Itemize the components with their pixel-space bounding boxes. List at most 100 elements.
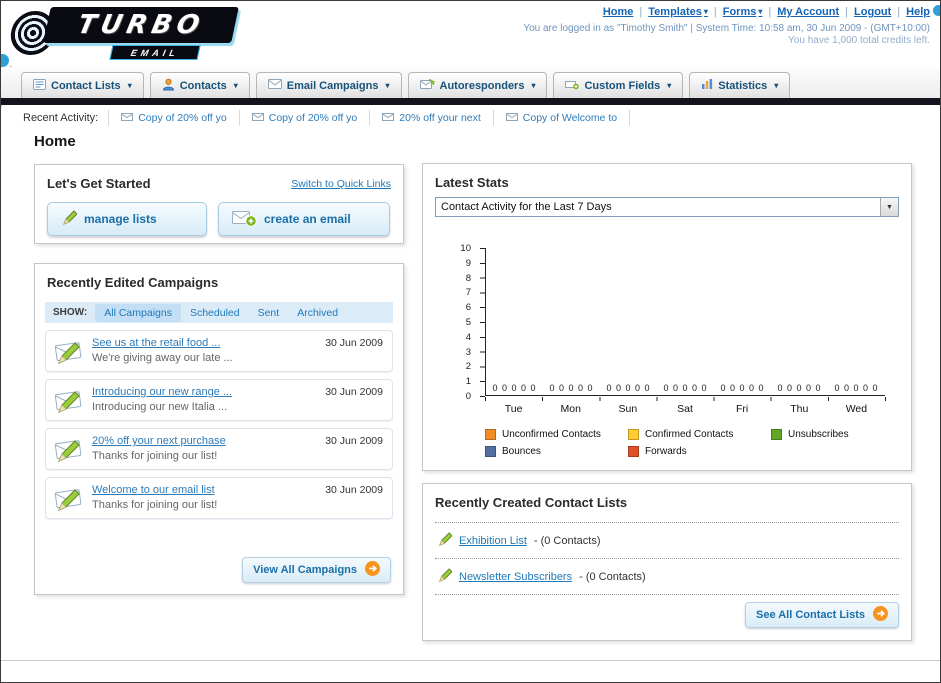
legend-label: Unconfirmed Contacts — [502, 429, 601, 440]
nav-tab-label: Custom Fields — [584, 79, 661, 92]
envelope-pencil-icon — [53, 483, 85, 518]
envelope-icon — [505, 112, 518, 124]
logo-subtext: EMAIL — [129, 47, 181, 58]
contact-lists-icon — [33, 78, 46, 94]
campaign-item[interactable]: Welcome to our email list Thanks for joi… — [45, 477, 393, 519]
top-link-home[interactable]: Home — [603, 6, 634, 18]
top-nav: HomeTemplatesFormsMy AccountLogoutHelp — [603, 6, 930, 18]
contacts-icon — [162, 78, 175, 94]
nav-tab-statistics[interactable]: Statistics — [689, 72, 791, 98]
campaign-subtitle: Introducing our new Italia ... — [92, 401, 228, 413]
legend-swatch — [628, 429, 639, 440]
stats-range-select[interactable]: Contact Activity for the Last 7 Days — [435, 197, 899, 217]
plot-area: 0 0 0 0 0 0 0 0 0 0 0 0 0 0 0 0 0 0 0 0 0 0 … — [485, 248, 885, 396]
campaign-date: 30 Jun 2009 — [325, 435, 383, 447]
x-tick-label: Tue — [504, 403, 523, 415]
value-label-group: 0 0 0 0 0 — [606, 383, 651, 393]
recent-campaigns-panel: Recently Edited Campaigns SHOW: All Camp… — [34, 263, 404, 595]
value-label-group: 0 0 0 0 0 — [777, 383, 822, 393]
legend-label: Unsubscribes — [788, 429, 849, 440]
top-link-forms[interactable]: Forms — [708, 6, 763, 18]
campaign-date: 30 Jun 2009 — [325, 386, 383, 398]
legend-swatch — [485, 446, 496, 457]
envelope-icon — [267, 79, 282, 92]
create-email-button[interactable]: create an email — [218, 202, 390, 236]
select-dropdown-icon — [880, 198, 898, 216]
dotted-divider — [435, 594, 899, 595]
recent-activity-item[interactable]: Copy of Welcome to — [494, 110, 631, 126]
y-tick-label: 9 — [465, 257, 471, 269]
create-email-label: create an email — [264, 212, 351, 226]
filter-archived[interactable]: Archived — [288, 304, 347, 322]
x-tick-label: Wed — [845, 403, 868, 415]
y-axis-labels: 10 9 8 7 6 5 4 3 2 1 0 — [451, 243, 477, 402]
top-link-templates[interactable]: Templates — [633, 6, 708, 18]
view-all-campaigns-label: View All Campaigns — [253, 564, 357, 576]
plot-value-labels: 0 0 0 0 0 0 0 0 0 0 0 0 0 0 0 0 0 0 0 0 0 0 … — [486, 383, 885, 393]
y-tick-label: 8 — [465, 272, 471, 284]
pencil-icon — [437, 568, 453, 586]
top-link-logout[interactable]: Logout — [839, 6, 891, 18]
x-tick-label: Sat — [677, 403, 693, 415]
manage-lists-label: manage lists — [84, 212, 157, 226]
y-tick-label: 5 — [465, 317, 471, 328]
y-tick-label: 4 — [465, 331, 471, 343]
y-tick-label: 0 — [465, 391, 471, 402]
recent-activity-label: Recent Activity: — [23, 112, 99, 124]
x-axis-labels: Tue Mon Sun Sat Fri Thu Wed — [485, 403, 885, 415]
filter-scheduled[interactable]: Scheduled — [181, 304, 249, 322]
legend-label: Confirmed Contacts — [645, 429, 734, 440]
logo-wordmark: TURBO — [43, 7, 239, 43]
campaign-item[interactable]: 20% off your next purchase Thanks for jo… — [45, 428, 393, 470]
custom-fields-icon — [565, 79, 580, 93]
nav-tab-custom-fields[interactable]: Custom Fields — [553, 72, 684, 98]
nav-tabs: Contact Lists Contacts Email Campaigns A… — [21, 72, 791, 98]
logo-text: TURBO — [74, 10, 208, 40]
legend-item: Confirmed Contacts — [628, 429, 771, 440]
campaigns-panel-title: Recently Edited Campaigns — [47, 275, 219, 290]
legend-item: Unsubscribes — [771, 429, 914, 440]
decorative-dot — [1, 54, 9, 67]
page-title: Home — [34, 133, 76, 150]
nav-tab-contact-lists[interactable]: Contact Lists — [21, 72, 144, 98]
envelope-plus-icon — [232, 209, 257, 230]
campaign-item[interactable]: Introducing our new range ... Introducin… — [45, 379, 393, 421]
filter-sent[interactable]: Sent — [249, 304, 289, 322]
contact-list-count: - (0 Contacts) — [533, 535, 601, 547]
footer-divider — [1, 660, 940, 661]
chevron-down-icon — [665, 80, 671, 92]
contact-list-link[interactable]: Newsletter Subscribers — [459, 571, 572, 583]
chevron-down-icon — [383, 80, 389, 92]
filter-all-campaigns[interactable]: All Campaigns — [95, 303, 181, 322]
recent-activity-item[interactable]: Copy of 20% off yo — [108, 110, 240, 126]
contact-list-item[interactable]: Newsletter Subscribers - (0 Contacts) — [437, 564, 899, 590]
manage-lists-button[interactable]: manage lists — [47, 202, 207, 236]
campaign-item[interactable]: See us at the retail food ... We're givi… — [45, 330, 393, 372]
autoresponder-icon — [419, 78, 435, 93]
contact-list-link[interactable]: Exhibition List — [459, 535, 527, 547]
switch-to-quick-links[interactable]: Switch to Quick Links — [291, 178, 391, 190]
legend-swatch — [628, 446, 639, 457]
campaign-subtitle: Thanks for joining our list! — [92, 450, 218, 462]
nav-tab-email-campaigns[interactable]: Email Campaigns — [255, 72, 402, 98]
x-tick-label: Mon — [560, 403, 581, 415]
top-link-help[interactable]: Help — [891, 6, 930, 18]
recent-activity-item[interactable]: Copy of 20% off yo — [240, 110, 371, 126]
value-label-group: 0 0 0 0 0 — [720, 383, 765, 393]
pencil-icon — [61, 209, 78, 229]
stats-panel-title: Latest Stats — [435, 175, 509, 190]
arrow-right-icon — [873, 606, 888, 624]
legend-swatch — [771, 429, 782, 440]
nav-tab-autoresponders[interactable]: Autoresponders — [407, 72, 548, 98]
view-all-campaigns-button[interactable]: View All Campaigns — [242, 557, 391, 583]
contact-list-count: - (0 Contacts) — [579, 571, 646, 583]
chevron-down-icon — [126, 80, 132, 92]
nav-tab-contacts[interactable]: Contacts — [149, 72, 250, 98]
top-link-my-account[interactable]: My Account — [762, 6, 839, 18]
recent-activity-item[interactable]: 20% off your next — [370, 110, 494, 126]
app-logo[interactable]: TURBO EMAIL — [8, 4, 261, 64]
see-all-contact-lists-button[interactable]: See All Contact Lists — [744, 602, 899, 628]
contact-list-item[interactable]: Exhibition List - (0 Contacts) — [437, 528, 899, 554]
envelope-pencil-icon — [53, 385, 85, 420]
nav-tab-label: Email Campaigns — [286, 79, 379, 92]
